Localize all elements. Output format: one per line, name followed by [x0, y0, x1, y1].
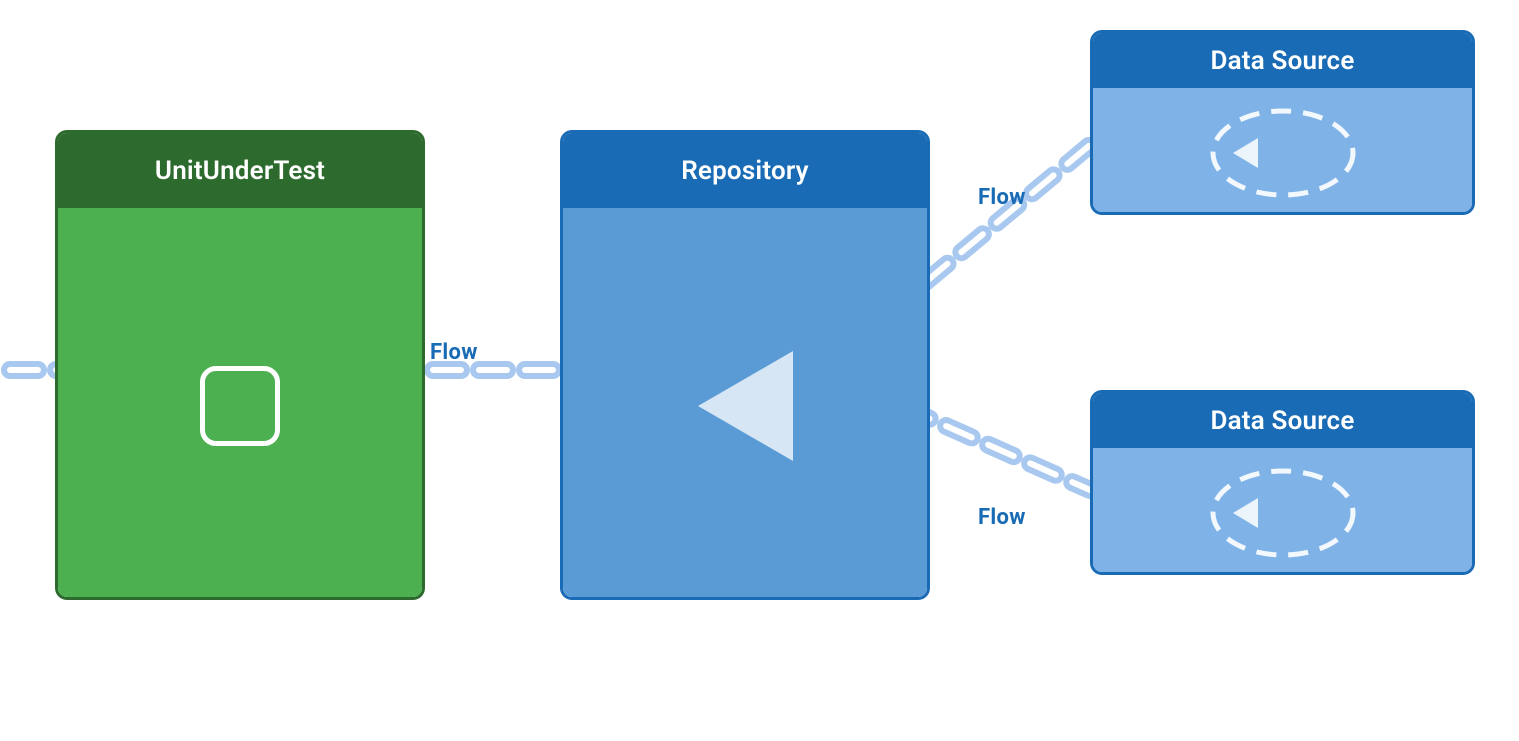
repository-body: [563, 208, 927, 600]
data-source-top-box: Data Source: [1090, 30, 1475, 215]
repository-title: Repository: [681, 156, 809, 186]
data-source-top-body: [1093, 88, 1472, 215]
data-source-top-circle-arrow: [1203, 103, 1363, 203]
unit-under-test-title: UnitUnderTest: [155, 156, 325, 186]
unit-under-test-body: [58, 208, 422, 600]
repository-box: Repository: [560, 130, 930, 600]
data-source-bottom-circle-arrow: [1203, 463, 1363, 563]
flow-label-unit: Flow: [430, 340, 478, 365]
flow-label-top: Flow: [978, 185, 1026, 210]
flow-label-bottom: Flow: [978, 505, 1026, 530]
data-source-bottom-title: Data Source: [1210, 406, 1354, 436]
data-source-top-title: Data Source: [1210, 46, 1354, 76]
data-source-bottom-header: Data Source: [1093, 393, 1472, 448]
triangle-icon: [698, 351, 793, 461]
data-source-bottom-box: Data Source: [1090, 390, 1475, 575]
unit-under-test-box: UnitUnderTest: [55, 130, 425, 600]
diagram-container: .dashed-thick { stroke: #a8c8f0; stroke-…: [0, 0, 1519, 741]
data-source-bottom-body: [1093, 448, 1472, 575]
data-source-top-header: Data Source: [1093, 33, 1472, 88]
unit-under-test-header: UnitUnderTest: [58, 133, 422, 208]
square-icon: [200, 366, 280, 446]
repository-header: Repository: [563, 133, 927, 208]
